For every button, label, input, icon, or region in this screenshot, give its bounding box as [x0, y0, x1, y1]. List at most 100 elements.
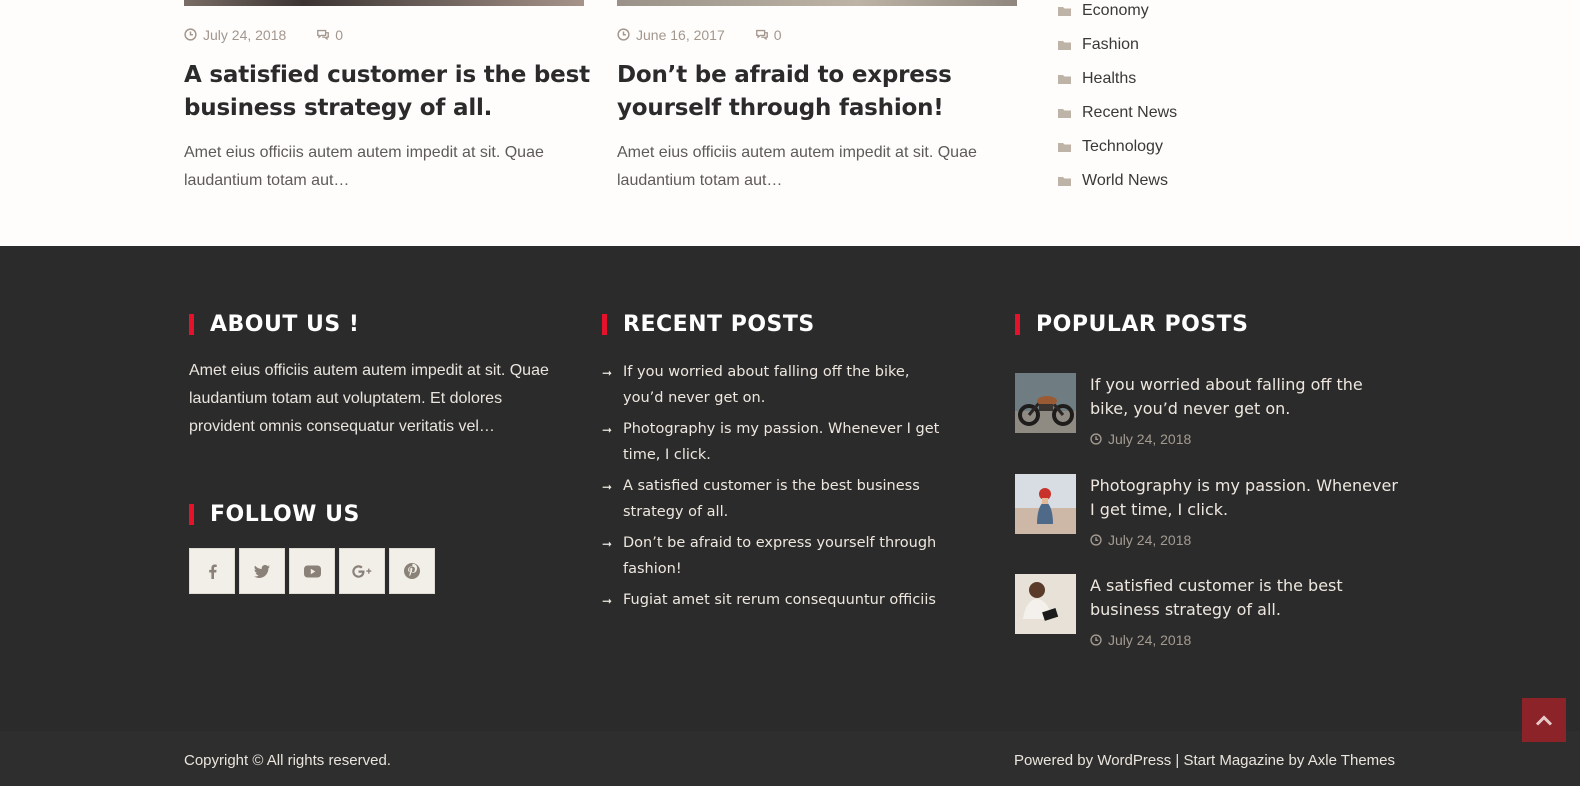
post-title[interactable]: Don’t be afraid to express yourself thro… [617, 59, 1027, 125]
category-item[interactable]: Fashion [1058, 34, 1139, 56]
comments-link[interactable]: 0 [755, 27, 782, 43]
author-link[interactable]: Axle Themes [1308, 752, 1395, 769]
arrow-right-icon: ➞ [602, 366, 613, 380]
post-meta: June 16, 2017 0 [617, 27, 782, 43]
popular-posts-widget-title: POPULAR POSTS [1015, 312, 1248, 337]
post-card: July 24, 2018 0 A satisfied customer is … [184, 0, 590, 189]
popular-post-title[interactable]: Photography is my passion. Whenever I ge… [1090, 474, 1400, 522]
title-accent-bar [1015, 314, 1020, 335]
recent-post-link[interactable]: Don’t be afraid to express yourself thro… [623, 531, 953, 582]
comments-link[interactable]: 0 [316, 27, 343, 43]
powered-prefix: Powered by [1013, 752, 1098, 769]
post-meta: July 24, 2018 0 [184, 27, 343, 43]
post-image[interactable] [617, 0, 1017, 6]
youtube-button[interactable] [289, 548, 335, 594]
facebook-icon [208, 564, 217, 579]
clock-icon [1090, 634, 1102, 646]
recent-post-item: ➞ A satisfied customer is the best busin… [602, 474, 953, 525]
recent-post-item: ➞ Photography is my passion. Whenever I … [602, 417, 953, 468]
footer-widgets: ABOUT US ! Amet eius officiis autem aute… [0, 246, 1580, 731]
pinterest-button[interactable] [389, 548, 435, 594]
title-accent-bar [189, 314, 194, 335]
folder-icon [1058, 176, 1072, 187]
popular-post-date: July 24, 2018 [1090, 431, 1191, 447]
recent-post-item: ➞ If you worried about falling off the b… [602, 360, 953, 411]
post-date[interactable]: June 16, 2017 [636, 27, 725, 43]
wordpress-link[interactable]: WordPress [1097, 752, 1171, 769]
category-item[interactable]: Economy [1058, 0, 1149, 22]
category-label: World News [1082, 172, 1168, 189]
by-text: by [1284, 752, 1308, 769]
google-plus-button[interactable] [339, 548, 385, 594]
twitter-icon [254, 564, 270, 578]
popular-post-title[interactable]: A satisfied customer is the best busines… [1090, 574, 1400, 622]
recent-post-item: ➞ Fugiat amet sit rerum consequuntur off… [602, 588, 953, 614]
clock-icon [617, 28, 631, 42]
follow-widget-title: FOLLOW US [189, 502, 360, 527]
recent-posts-widget-title: RECENT POSTS [602, 312, 815, 337]
widget-title-text: ABOUT US ! [210, 312, 360, 337]
folder-icon [1058, 40, 1072, 51]
popular-post-thumbnail[interactable] [1015, 474, 1076, 534]
about-text: Amet eius officiis autem autem impedit a… [189, 362, 549, 435]
recent-post-link[interactable]: Fugiat amet sit rerum consequuntur offic… [623, 588, 953, 614]
category-item[interactable]: World News [1058, 170, 1168, 192]
widget-title-text: RECENT POSTS [623, 312, 815, 337]
main-content: July 24, 2018 0 A satisfied customer is … [0, 0, 1580, 246]
category-item[interactable]: Technology [1058, 136, 1163, 158]
post-excerpt: Amet eius officiis autem autem impedit a… [617, 144, 977, 189]
site-info-bar: Copyright © All rights reserved. Powered… [0, 731, 1580, 786]
category-label: Technology [1082, 138, 1163, 155]
separator: | [1171, 752, 1184, 769]
about-widget-title: ABOUT US ! [189, 312, 359, 337]
back-to-top-button[interactable] [1522, 698, 1566, 742]
post-image[interactable] [184, 0, 584, 6]
category-item[interactable]: Healths [1058, 68, 1136, 90]
date-text: July 24, 2018 [1108, 632, 1192, 648]
folder-icon [1058, 74, 1072, 85]
popular-post-thumbnail[interactable] [1015, 373, 1076, 433]
folder-icon [1058, 6, 1072, 17]
post-date[interactable]: July 24, 2018 [203, 27, 286, 43]
recent-post-link[interactable]: If you worried about falling off the bik… [623, 360, 953, 411]
category-label: Healths [1082, 70, 1137, 87]
arrow-right-icon: ➞ [602, 480, 613, 494]
comment-count: 0 [335, 27, 344, 43]
pinterest-icon [404, 563, 420, 579]
popular-post-date: July 24, 2018 [1090, 632, 1191, 648]
twitter-button[interactable] [239, 548, 285, 594]
arrow-right-icon: ➞ [602, 537, 613, 551]
comment-count: 0 [773, 27, 782, 43]
copyright-text: Copyright © All rights reserved. [184, 752, 391, 769]
facebook-button[interactable] [189, 548, 235, 594]
arrow-right-icon: ➞ [602, 594, 613, 608]
recent-post-item: ➞ Don’t be afraid to express yourself th… [602, 531, 953, 582]
popular-post-title[interactable]: If you worried about falling off the bik… [1090, 373, 1400, 421]
theme-link[interactable]: Start Magazine [1183, 752, 1284, 769]
chevron-up-icon [1535, 714, 1553, 726]
powered-by: Powered by WordPress | Start Magazine by… [1014, 752, 1395, 769]
clock-icon [1090, 534, 1102, 546]
comment-icon [755, 28, 769, 42]
post-excerpt: Amet eius officiis autem autem impedit a… [184, 144, 544, 189]
post-title[interactable]: A satisfied customer is the best busines… [184, 59, 594, 125]
google-plus-icon [352, 564, 372, 578]
popular-post-date: July 24, 2018 [1090, 532, 1191, 548]
widget-title-text: POPULAR POSTS [1036, 312, 1249, 337]
date-text: July 24, 2018 [1108, 431, 1192, 447]
category-item[interactable]: Recent News [1058, 102, 1177, 124]
popular-post-thumbnail[interactable] [1015, 574, 1076, 634]
recent-post-link[interactable]: A satisfied customer is the best busines… [623, 474, 953, 525]
folder-icon [1058, 108, 1072, 119]
category-label: Economy [1082, 2, 1149, 19]
date-text: July 24, 2018 [1108, 532, 1192, 548]
title-accent-bar [602, 314, 607, 335]
clock-icon [184, 28, 198, 42]
folder-icon [1058, 142, 1072, 153]
social-links [189, 548, 439, 594]
post-card: June 16, 2017 0 Don’t be afraid to expre… [617, 0, 1017, 189]
comment-icon [316, 28, 330, 42]
category-label: Recent News [1082, 104, 1178, 121]
recent-post-link[interactable]: Photography is my passion. Whenever I ge… [623, 417, 953, 468]
clock-icon [1090, 433, 1102, 445]
